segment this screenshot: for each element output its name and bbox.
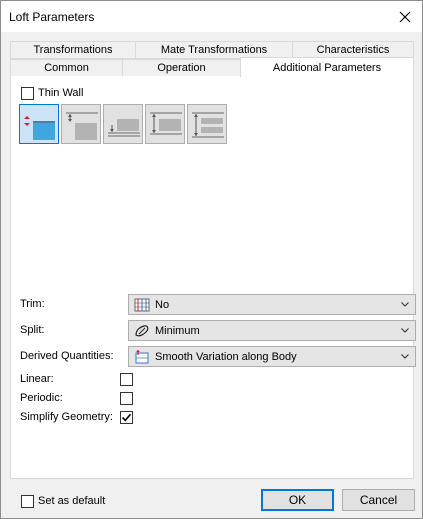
close-button[interactable] [388,1,422,32]
title-bar: Loft Parameters [1,1,422,32]
checkmark-icon [121,413,132,422]
trim-value: No [155,299,170,311]
chevron-down-icon [401,328,409,333]
derived-icon [135,350,149,364]
split-icon [135,325,149,337]
set-as-default-label: Set as default [38,495,106,507]
periodic-label: Periodic: [20,392,63,404]
trim-label: Trim: [20,298,45,310]
tab-transformations[interactable]: Transformations [10,41,136,59]
split-value: Minimum [155,325,200,337]
set-as-default-checkbox[interactable] [21,495,34,508]
trim-select[interactable]: No [128,294,416,315]
outside-mode-button[interactable] [19,104,59,144]
ok-button[interactable]: OK [261,489,334,511]
simplify-geometry-label: Simplify Geometry: [20,411,113,423]
two-sides-mode-button[interactable] [103,104,143,144]
tab-operation[interactable]: Operation [122,59,241,77]
trim-icon [134,298,150,312]
chevron-down-icon [401,354,409,359]
chevron-down-icon [401,302,409,307]
close-icon [399,11,411,22]
derived-quantities-label: Derived Quantities: [20,350,114,362]
simplify-geometry-checkbox[interactable] [120,411,133,424]
symmetric-mode-icon [150,112,182,135]
outside-mode-icon [24,116,55,140]
derived-quantities-value: Smooth Variation along Body [155,351,297,363]
split-select[interactable]: Minimum [128,320,416,341]
tab-additional-parameters[interactable]: Additional Parameters [240,57,414,77]
cancel-button[interactable]: Cancel [342,489,415,511]
middle-mode-button[interactable] [187,104,227,144]
loft-parameters-dialog: Loft Parameters Transformations Mate Tra… [0,0,423,519]
dialog-content: Transformations Mate Transformations Cha… [1,32,422,518]
split-label: Split: [20,324,45,336]
inside-mode-icon [66,112,98,140]
thin-wall-checkbox[interactable] [21,87,34,100]
two-sides-mode-icon [108,119,140,137]
middle-mode-icon [192,112,224,138]
linear-label: Linear: [20,373,54,385]
derived-quantities-select[interactable]: Smooth Variation along Body [128,346,416,367]
inside-mode-button[interactable] [61,104,101,144]
window-title: Loft Parameters [9,10,95,24]
symmetric-mode-button[interactable] [145,104,185,144]
tab-common[interactable]: Common [10,59,123,77]
periodic-checkbox[interactable] [120,392,133,405]
linear-checkbox[interactable] [120,373,133,386]
additional-parameters-panel: Thin Wall Trim: No Split: Minimum Derive… [10,76,416,479]
thin-wall-label: Thin Wall [38,87,84,99]
